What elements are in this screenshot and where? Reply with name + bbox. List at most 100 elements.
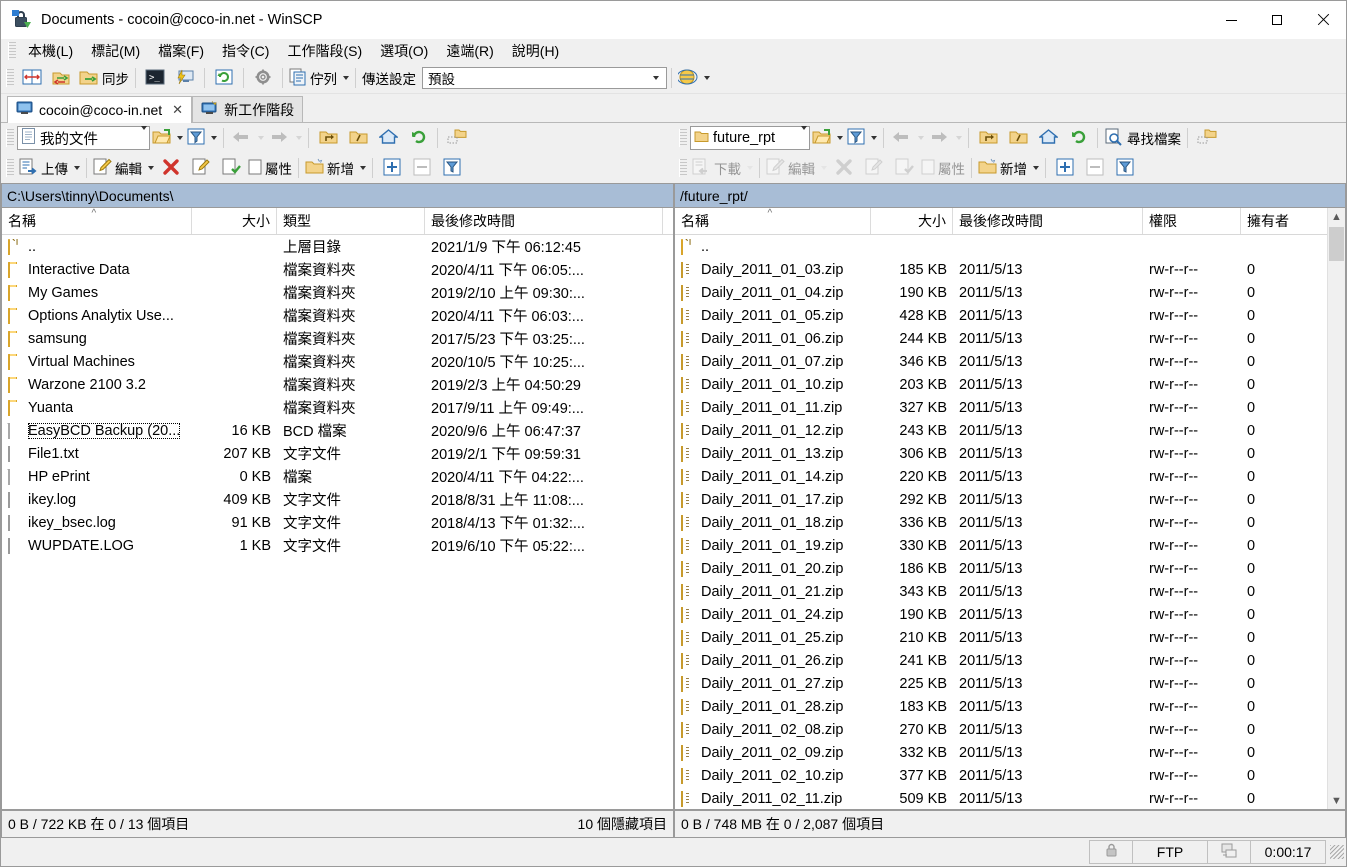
menu-remote[interactable]: 遠端(R) [437,39,502,63]
file-name[interactable]: Daily_2011_01_19.zip [701,538,843,554]
close-button[interactable] [1300,1,1346,39]
file-name[interactable]: Daily_2011_01_26.zip [701,653,843,669]
table-row[interactable]: Daily_2011_01_11.zip 327 KB 2011/5/13 rw-r-… [675,396,1327,419]
file-name[interactable]: EasyBCD Backup (20... [28,422,181,439]
toolbar-drag-handle[interactable] [679,159,687,177]
remote-parent-directory-button[interactable] [973,125,1003,151]
file-name[interactable]: Options Analytix Use... [28,308,174,324]
file-name[interactable]: Warzone 2100 3.2 [28,377,146,393]
table-row[interactable]: ikey_bsec.log 91 KB 文字文件 2018/4/13 下午 01:32… [2,511,673,534]
table-row[interactable]: Daily_2011_01_19.zip 330 KB 2011/5/13 rw-r-… [675,534,1327,557]
remote-home-button[interactable] [1033,125,1063,151]
file-name[interactable]: Daily_2011_01_11.zip [701,400,842,416]
local-rows[interactable]: .. 上層目錄 2021/1/9 下午 06:12:45 Interactive Da… [2,235,673,809]
table-row[interactable]: Daily_2011_01_12.zip 243 KB 2011/5/13 rw-r-… [675,419,1327,442]
local-drive-combo[interactable]: 我的文件 [17,126,150,150]
file-name[interactable]: Daily_2011_01_20.zip [701,561,843,577]
toolbar-drag-handle[interactable] [6,129,14,147]
transfer-settings-combo[interactable]: 預設 [422,67,667,89]
file-name[interactable]: Daily_2011_01_18.zip [701,515,843,531]
local-path-bar[interactable]: C:\Users\tinny\Documents\ [1,183,674,207]
file-name[interactable]: My Games [28,285,98,301]
table-row[interactable]: File1.txt 207 KB 文字文件 2019/2/1 下午 09:59:31 [2,442,673,465]
sync-browsing-button[interactable] [17,65,47,91]
resize-grip[interactable] [1330,845,1344,859]
table-row[interactable]: Daily_2011_01_24.zip 190 KB 2011/5/13 rw-r-… [675,603,1327,626]
table-row[interactable]: Daily_2011_01_26.zip 241 KB 2011/5/13 rw-r-… [675,649,1327,672]
tab-new-session[interactable]: 新工作階段 [192,96,304,122]
local-file-list[interactable]: 名稱 ^ 大小 類型 最後修改時間 .. 上層目錄 2021/1/9 下午 06:1… [1,207,674,810]
file-name[interactable]: ikey.log [28,492,76,508]
remote-new-button[interactable]: 新增 [976,155,1041,181]
menu-local[interactable]: 本機(L) [19,39,82,63]
menu-drag-handle[interactable] [8,42,16,60]
table-row[interactable]: Daily_2011_01_14.zip 220 KB 2011/5/13 rw-r-… [675,465,1327,488]
table-row[interactable]: Yuanta 檔案資料夾 2017/9/11 上午 09:49:... [2,396,673,419]
file-name[interactable]: Daily_2011_02_08.zip [701,722,843,738]
table-row[interactable]: Daily_2011_01_18.zip 336 KB 2011/5/13 rw-r-… [675,511,1327,534]
remote-rows[interactable]: .. Daily_2011_01_03.zip 185 KB 2011/5/13 rw-… [675,235,1327,809]
column-header-size[interactable]: 大小 [192,208,277,234]
column-header-name[interactable]: 名稱 ^ [675,208,871,234]
toolbar-drag-handle[interactable] [6,159,14,177]
open-terminal-button[interactable] [170,65,200,91]
file-name[interactable]: Daily_2011_01_17.zip [701,492,843,508]
file-name[interactable]: Daily_2011_01_25.zip [701,630,843,646]
table-row[interactable]: ikey.log 409 KB 文字文件 2018/8/31 上午 11:08:... [2,488,673,511]
console-button[interactable]: >_ [140,65,170,91]
remote-root-directory-button[interactable] [1003,125,1033,151]
tab-close-icon[interactable]: ✕ [172,102,183,118]
file-name[interactable]: Daily_2011_01_14.zip [701,469,843,485]
column-header-owner[interactable]: 擁有者 [1241,208,1316,234]
file-name[interactable]: Daily_2011_01_21.zip [701,584,843,600]
file-name[interactable]: Daily_2011_01_24.zip [701,607,843,623]
file-name[interactable]: Interactive Data [28,262,130,278]
table-row[interactable]: My Games 檔案資料夾 2019/2/10 上午 09:30:... [2,281,673,304]
table-row[interactable]: Daily_2011_02_11.zip 509 KB 2011/5/13 rw-r-… [675,787,1327,809]
select-filter-button[interactable] [437,155,467,181]
file-name[interactable]: Daily_2011_02_09.zip [701,745,843,761]
table-row[interactable]: Daily_2011_01_20.zip 186 KB 2011/5/13 rw-r-… [675,557,1327,580]
column-header-name[interactable]: 名稱 ^ [2,208,192,234]
remote-refresh-button[interactable] [1063,125,1093,151]
file-name[interactable]: Daily_2011_02_11.zip [701,791,842,807]
table-row[interactable]: Daily_2011_01_04.zip 190 KB 2011/5/13 rw-r-… [675,281,1327,304]
table-row[interactable]: HP ePrint 0 KB 檔案 2020/4/11 下午 04:22:... [2,465,673,488]
file-name[interactable]: Daily_2011_01_13.zip [701,446,843,462]
menu-help[interactable]: 說明(H) [503,39,568,63]
scrollbar-track[interactable] [1328,225,1345,792]
find-files-button[interactable]: 尋找檔案 [1102,125,1183,151]
edit-button[interactable]: 編輯 [91,155,156,181]
table-row[interactable]: Daily_2011_02_10.zip 377 KB 2011/5/13 rw-r-… [675,764,1327,787]
file-name[interactable]: HP ePrint [28,469,90,485]
menu-mark[interactable]: 標記(M) [82,39,149,63]
local-parent-directory-button[interactable] [313,125,343,151]
local-filter-button[interactable] [185,125,219,151]
remote-select-plus-button[interactable] [1050,155,1080,181]
file-name[interactable]: .. [701,239,709,255]
table-row[interactable]: Daily_2011_01_27.zip 225 KB 2011/5/13 rw-r-… [675,672,1327,695]
file-name[interactable]: Daily_2011_01_12.zip [701,423,843,439]
file-name[interactable]: Daily_2011_01_06.zip [701,331,843,347]
column-header-rights[interactable]: 權限 [1143,208,1241,234]
file-name[interactable]: Daily_2011_01_05.zip [701,308,843,324]
new-button[interactable]: 新增 [303,155,368,181]
table-row[interactable]: Daily_2011_01_10.zip 203 KB 2011/5/13 rw-r-… [675,373,1327,396]
table-row[interactable]: Daily_2011_01_03.zip 185 KB 2011/5/13 rw-r-… [675,258,1327,281]
synchronize-button[interactable] [47,65,77,91]
duplicate-button[interactable] [216,155,246,181]
local-home-button[interactable] [373,125,403,151]
table-row[interactable]: Daily_2011_01_07.zip 346 KB 2011/5/13 rw-r-… [675,350,1327,373]
tab-cocoin-session[interactable]: cocoin@coco-in.net ✕ [7,96,193,123]
remote-vertical-scrollbar[interactable]: ▲ ▼ [1327,208,1345,809]
table-row[interactable]: .. [675,235,1327,258]
remote-path-bar[interactable]: /future_rpt/ [674,183,1346,207]
file-name[interactable]: Virtual Machines [28,354,135,370]
file-name[interactable]: WUPDATE.LOG [28,538,134,554]
queue-button[interactable]: 佇列 [287,65,351,91]
chevron-down-icon[interactable] [801,126,807,146]
session-duration[interactable]: 0:00:17 [1250,840,1326,864]
menu-files[interactable]: 檔案(F) [149,39,213,63]
local-open-directory-button[interactable] [150,125,185,151]
menu-commands[interactable]: 指令(C) [213,39,278,63]
